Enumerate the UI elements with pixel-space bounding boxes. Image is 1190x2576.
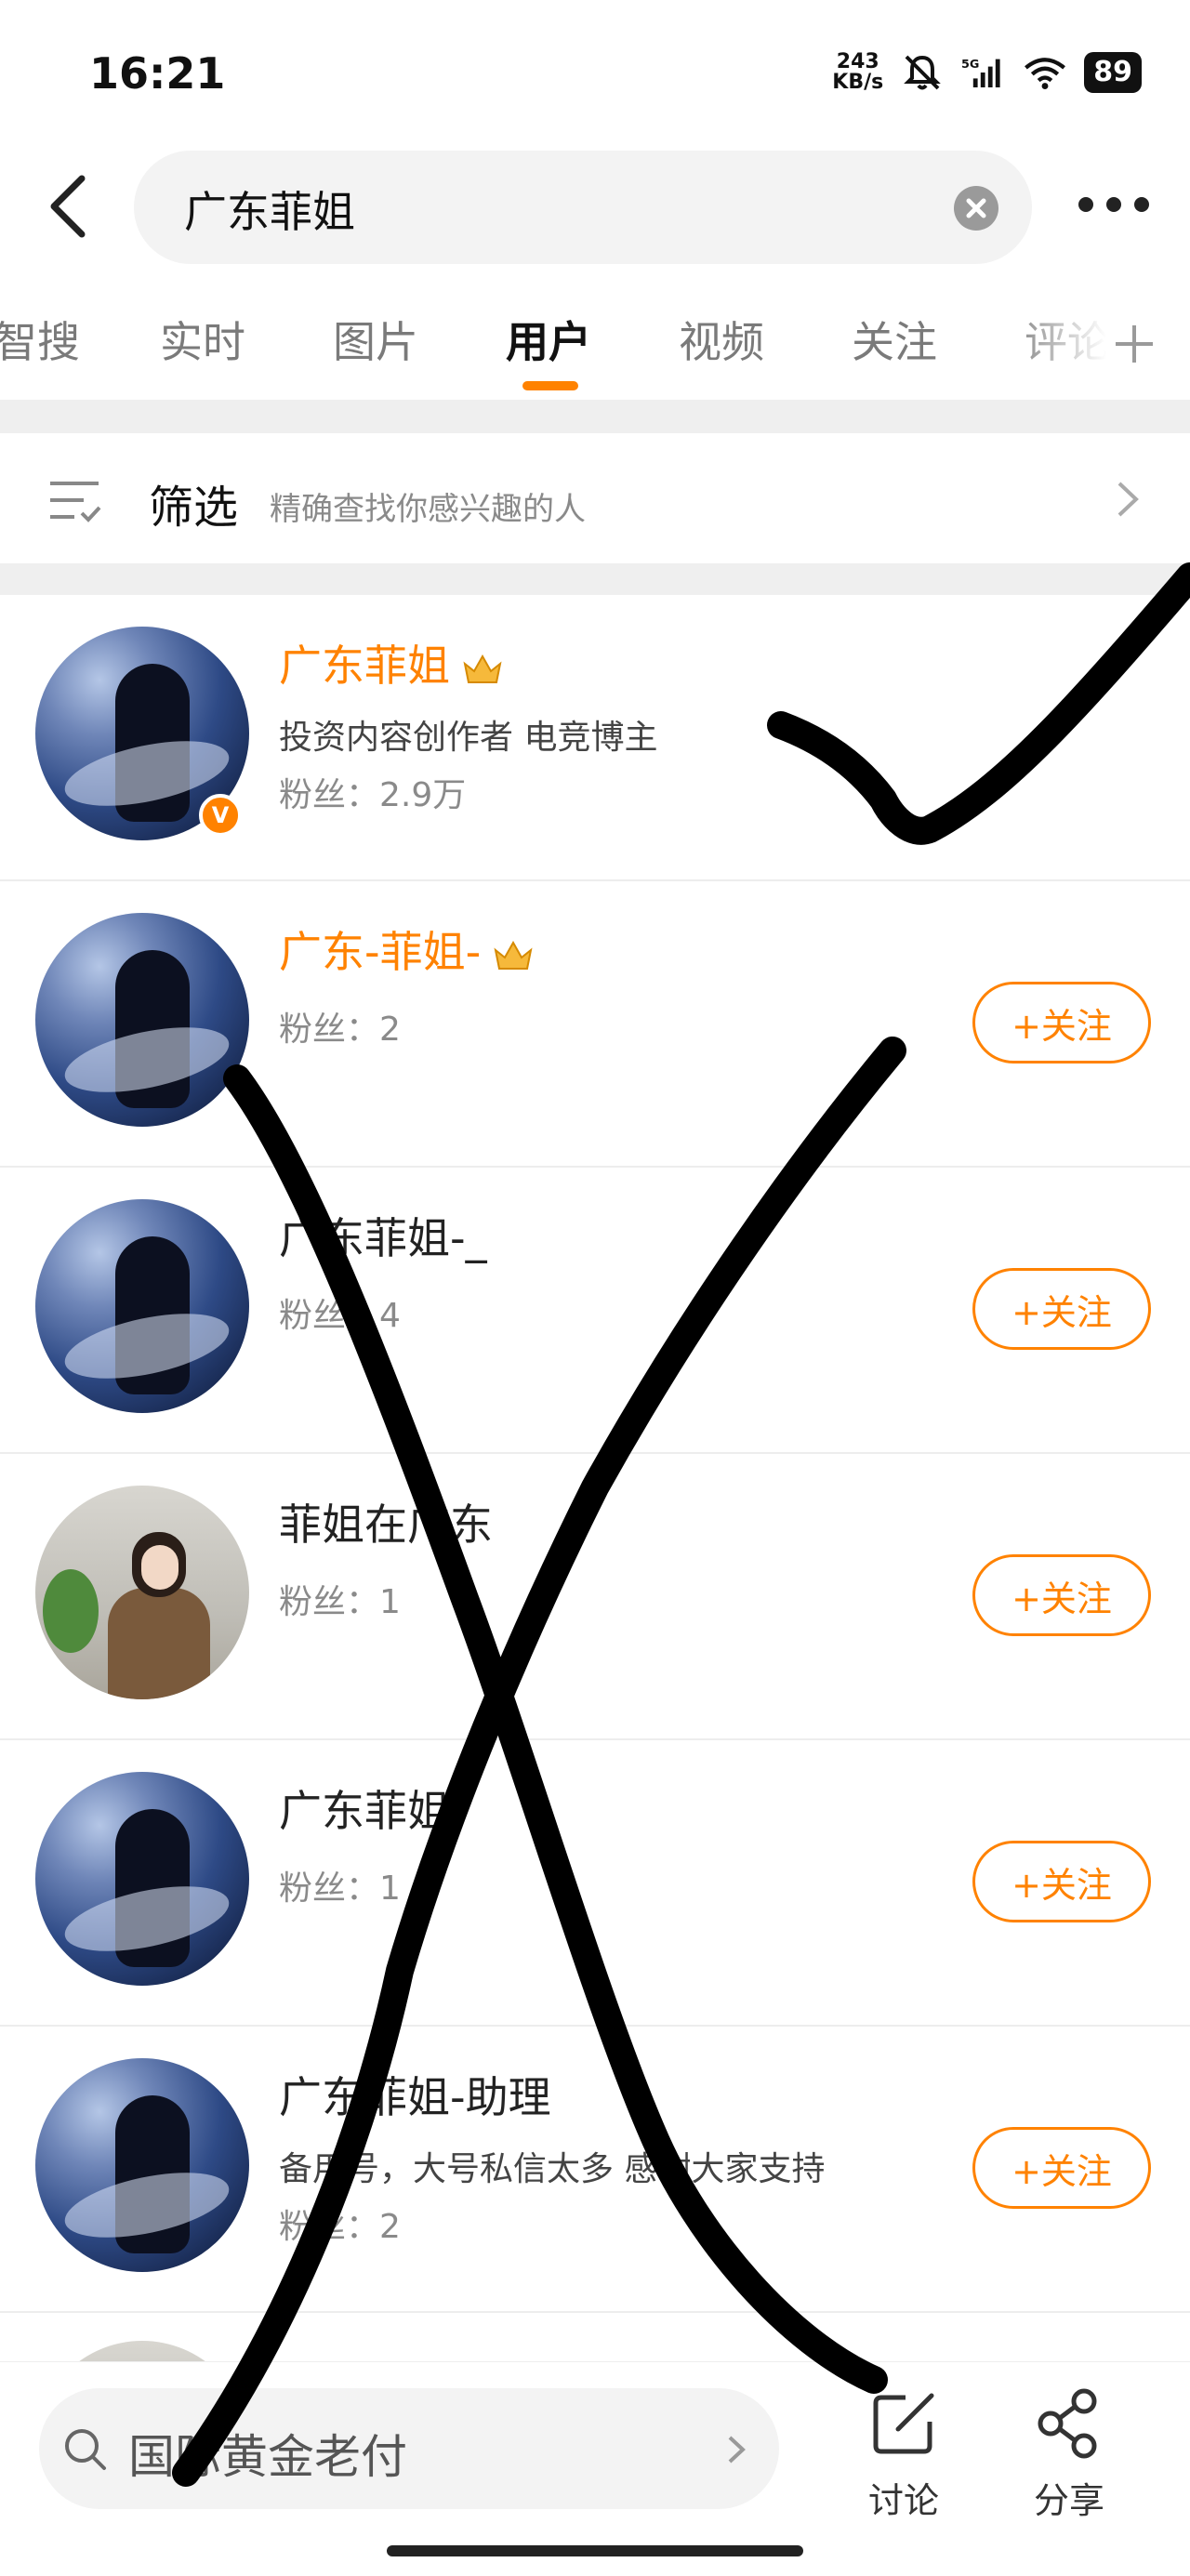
network-speed: 243 KB/s bbox=[832, 52, 883, 93]
user-description: 投资内容创作者 电竞博主 bbox=[279, 719, 658, 757]
network-speed-value: 243 bbox=[836, 50, 879, 73]
follow-button[interactable]: +关注 bbox=[972, 1841, 1151, 1922]
filter-description: 精确查找你感兴趣的人 bbox=[270, 491, 586, 528]
crown-icon bbox=[494, 940, 533, 970]
avatar[interactable] bbox=[35, 2058, 249, 2272]
dot-icon bbox=[1106, 197, 1121, 212]
list-item[interactable]: 广东菲姐-_ 粉丝：4 +关注 bbox=[0, 1168, 1190, 1454]
tabs-fade bbox=[1004, 296, 1190, 398]
tab-images[interactable]: 图片 bbox=[333, 309, 418, 370]
edit-icon bbox=[873, 2393, 934, 2454]
search-header: 广东菲姐 bbox=[0, 139, 1190, 270]
list-item[interactable]: V 广东菲姐 投资内容创作者 电竞博主 粉丝：2.9万 bbox=[0, 595, 1190, 881]
list-item[interactable]: 菲姐在广东 粉丝：1 +关注 bbox=[0, 1454, 1190, 1740]
user-name[interactable]: 菲姐在广东 bbox=[279, 1491, 493, 1552]
user-fans: 粉丝：2 bbox=[279, 1011, 401, 1049]
user-name[interactable]: 广东-菲姐- bbox=[279, 918, 535, 980]
search-tabs: 智搜 实时 图片 用户 视频 关注 评论 bbox=[0, 296, 1190, 398]
back-button[interactable] bbox=[37, 169, 102, 244]
share-icon bbox=[1038, 2388, 1097, 2459]
user-fans: 粉丝：2 bbox=[279, 2208, 401, 2246]
avatar[interactable] bbox=[35, 1199, 249, 1413]
status-indicators: 243 KB/s 5G 89 bbox=[832, 46, 1142, 99]
user-name[interactable]: 广东菲姐 bbox=[279, 1777, 450, 1839]
bottom-bar: 国际黄金老付 讨论 分享 bbox=[0, 2361, 1190, 2576]
network-speed-unit: KB/s bbox=[832, 71, 884, 94]
signal-icon: 5G bbox=[961, 52, 1006, 93]
avatar[interactable] bbox=[35, 1772, 249, 1986]
section-divider bbox=[0, 563, 1190, 595]
status-bar: 16:21 243 KB/s 5G 89 bbox=[0, 0, 1190, 139]
bottom-search-bar[interactable]: 国际黄金老付 bbox=[39, 2388, 779, 2509]
discuss-label: 讨论 bbox=[867, 2480, 939, 2521]
chevron-right-icon bbox=[1114, 478, 1142, 521]
avatar[interactable] bbox=[35, 913, 249, 1127]
tab-videos[interactable]: 视频 bbox=[679, 309, 764, 370]
dot-icon bbox=[1134, 197, 1149, 212]
user-name-text: 广东菲姐 bbox=[279, 641, 450, 691]
search-icon bbox=[65, 2429, 106, 2470]
user-fans: 粉丝：1 bbox=[279, 1583, 401, 1621]
home-indicator[interactable] bbox=[387, 2545, 803, 2556]
wifi-icon bbox=[1023, 52, 1067, 93]
user-description: 备用号，大号私信太多 感谢大家支持 bbox=[279, 2150, 826, 2188]
section-divider bbox=[0, 400, 1190, 433]
crown-icon bbox=[463, 654, 502, 683]
tab-users[interactable]: 用户 bbox=[506, 309, 591, 370]
user-name[interactable]: 广东菲姐-助理 bbox=[279, 2064, 551, 2125]
tab-realtime[interactable]: 实时 bbox=[160, 309, 245, 370]
more-options-button[interactable] bbox=[1078, 193, 1149, 216]
status-time: 16:21 bbox=[89, 48, 226, 99]
chevron-right-icon bbox=[728, 2436, 746, 2464]
network-type: 5G bbox=[961, 58, 979, 72]
follow-button[interactable]: +关注 bbox=[972, 1554, 1151, 1636]
battery-icon: 89 bbox=[1084, 52, 1142, 93]
filter-icon bbox=[46, 472, 102, 528]
clear-search-button[interactable] bbox=[954, 186, 998, 231]
active-tab-indicator bbox=[522, 381, 578, 390]
follow-button[interactable]: +关注 bbox=[972, 982, 1151, 1063]
user-name[interactable]: 广东菲姐 bbox=[279, 632, 504, 694]
verified-badge-icon: V bbox=[199, 794, 242, 837]
dot-icon bbox=[1078, 197, 1093, 212]
filter-title: 筛选 bbox=[149, 482, 239, 534]
user-fans: 粉丝：4 bbox=[279, 1297, 401, 1335]
search-input[interactable]: 广东菲姐 bbox=[134, 151, 1032, 264]
list-item[interactable]: 广东菲姐-助理 备用号，大号私信太多 感谢大家支持 粉丝：2 +关注 bbox=[0, 2027, 1190, 2313]
list-item[interactable]: 广东菲姐 粉丝：1 +关注 bbox=[0, 1740, 1190, 2027]
user-fans: 粉丝：2.9万 bbox=[279, 776, 467, 814]
mute-bell-icon bbox=[900, 52, 945, 93]
bottom-search-text: 国际黄金老付 bbox=[128, 2430, 407, 2484]
user-name[interactable]: 广东菲姐-_ bbox=[279, 1205, 487, 1266]
user-name-text: 广东-菲姐- bbox=[279, 927, 482, 977]
list-item[interactable]: 广东-菲姐- 粉丝：2 +关注 bbox=[0, 881, 1190, 1168]
share-button[interactable]: 分享 bbox=[1013, 2384, 1125, 2523]
chevron-left-icon bbox=[50, 175, 86, 238]
tab-smart-search[interactable]: 智搜 bbox=[0, 309, 80, 370]
follow-button[interactable]: +关注 bbox=[972, 1268, 1151, 1350]
filter-row[interactable]: 筛选 精确查找你感兴趣的人 bbox=[0, 433, 1190, 563]
tab-following[interactable]: 关注 bbox=[852, 309, 937, 370]
follow-button[interactable]: +关注 bbox=[972, 2127, 1151, 2209]
user-fans: 粉丝：1 bbox=[279, 1869, 401, 1908]
discuss-button[interactable]: 讨论 bbox=[848, 2384, 959, 2523]
close-icon bbox=[966, 198, 986, 218]
share-label: 分享 bbox=[1033, 2480, 1104, 2521]
plus-icon bbox=[1116, 325, 1153, 363]
search-query-text: 广东菲姐 bbox=[184, 187, 355, 237]
avatar[interactable] bbox=[35, 1486, 249, 1699]
add-tab-button[interactable] bbox=[1110, 320, 1158, 368]
